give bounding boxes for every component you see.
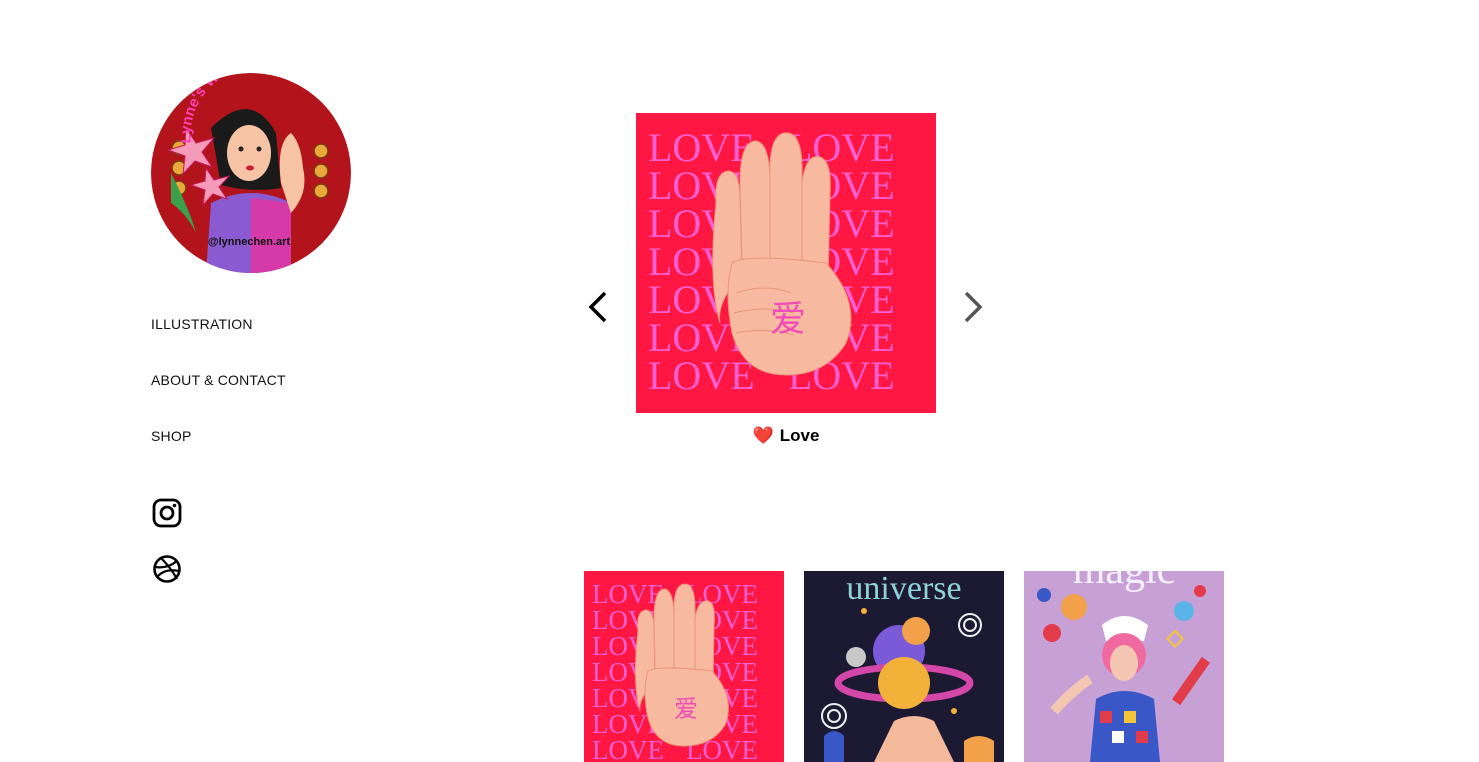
thumb-universe-word: universe <box>846 571 961 607</box>
nav-about-contact[interactable]: ABOUT & CONTACT <box>151 373 391 429</box>
instagram-icon[interactable] <box>151 497 183 529</box>
previous-arrow-icon[interactable] <box>584 290 614 324</box>
love-artwork: LOVE LOVE LOVE LOVE LOVE LOVE LOVE LOVE … <box>636 113 936 413</box>
main-nav: ILLUSTRATION ABOUT & CONTACT SHOP <box>151 317 391 485</box>
thumbnail-love[interactable]: LOVE LOVE LOVE LOVE LOVE LOVE LOVE LOVE … <box>584 571 784 762</box>
sidebar: Lynne's Wonderland @lynnechen.art ILLUST… <box>151 73 391 583</box>
profile-avatar-logo[interactable]: Lynne's Wonderland @lynnechen.art <box>151 73 351 273</box>
artwork-title: Love <box>779 426 820 445</box>
love-word-7a: LOVE <box>648 353 755 398</box>
thumbnail-magic[interactable]: magic <box>1024 571 1224 762</box>
thumbnail-grid: LOVE LOVE LOVE LOVE LOVE LOVE LOVE LOVE … <box>584 571 1224 762</box>
featured-artwork[interactable]: LOVE LOVE LOVE LOVE LOVE LOVE LOVE LOVE … <box>636 113 936 413</box>
thumb-love-word-7a: LOVE <box>592 735 664 762</box>
dribbble-icon[interactable] <box>151 553 183 585</box>
thumbnail-universe[interactable]: universe <box>804 571 1004 762</box>
avatar-handle-text: @lynnechen.art <box>208 236 291 248</box>
thumb-love-hanzi: 爱 <box>674 695 698 723</box>
love-hanzi: 爱 <box>770 299 806 340</box>
nav-illustration[interactable]: ILLUSTRATION <box>151 317 391 373</box>
social-links <box>151 497 183 609</box>
next-arrow-icon[interactable] <box>958 290 988 324</box>
heart-icon: ❤️ <box>752 426 774 445</box>
thumb-magic-word: magic <box>1073 571 1176 593</box>
nav-shop[interactable]: SHOP <box>151 429 391 485</box>
artwork-caption: ❤️ Love <box>636 426 936 446</box>
